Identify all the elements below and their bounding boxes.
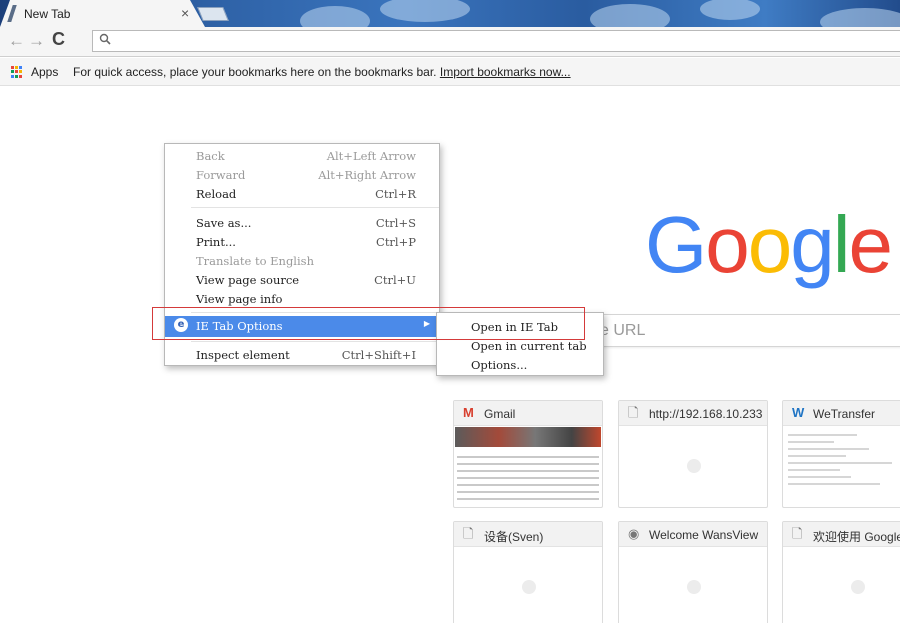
back-arrow-icon[interactable]: ← xyxy=(8,31,25,51)
tab-strip: New Tab × xyxy=(0,0,900,27)
forward-arrow-icon[interactable]: → xyxy=(28,31,45,51)
menu-separator xyxy=(191,207,439,208)
submenu-open-in-ie-tab[interactable]: Open in IE Tab xyxy=(471,320,558,334)
tile-header: 🗋 http://192.168.10.233 xyxy=(619,401,767,426)
toolbar: ← → C xyxy=(0,27,900,57)
tile-header: W WeTransfer xyxy=(783,401,900,426)
address-bar[interactable] xyxy=(92,30,900,52)
bookmarks-bar: Apps For quick access, place your bookma… xyxy=(0,58,900,86)
tile-header: M Gmail xyxy=(454,401,602,426)
tile-placeholder-dot xyxy=(522,580,536,594)
menu-item-label: Save as... xyxy=(196,216,252,230)
tile-192-168-10-233[interactable]: 🗋 http://192.168.10.233 xyxy=(618,400,768,508)
menu-item-label: Reload xyxy=(196,187,237,201)
menu-item-shortcut: Alt+Right Arrow xyxy=(318,168,416,182)
page-icon: 🗋 xyxy=(628,405,639,420)
tile-placeholder-dot xyxy=(687,459,701,473)
menu-item-shortcut: Ctrl+S xyxy=(375,216,416,230)
eye-icon: ◉ xyxy=(628,526,640,541)
tile-welcome-google[interactable]: 🗋 欢迎使用 Google xyxy=(782,521,900,623)
tab-new-tab[interactable]: New Tab × xyxy=(0,0,205,27)
menu-item-shortcut: Alt+Left Arrow xyxy=(326,149,416,163)
tab-title: New Tab xyxy=(24,7,71,21)
ie-tab-icon: e xyxy=(174,318,188,332)
menu-item-label: Forward xyxy=(196,168,246,182)
apps-link[interactable]: Apps xyxy=(31,65,58,79)
menu-item-inspect[interactable]: Inspect element Ctrl+Shift+I xyxy=(165,345,439,364)
menu-item-label: IE Tab Options xyxy=(196,319,283,333)
tile-wetransfer[interactable]: W WeTransfer xyxy=(782,400,900,508)
menu-item-label: Inspect element xyxy=(196,348,290,362)
menu-item-label: Back xyxy=(196,149,225,163)
menu-item-label: View page info xyxy=(196,292,283,306)
menu-item-shortcut: Ctrl+R xyxy=(375,187,416,201)
menu-item-ie-tab-options[interactable]: e IE Tab Options ▶ xyxy=(165,316,439,337)
tile-header: 🗋 设备(Sven) xyxy=(454,522,602,547)
menu-item-label: Translate to English xyxy=(196,254,314,268)
tile-gmail[interactable]: M Gmail xyxy=(453,400,603,508)
menu-separator xyxy=(191,312,439,313)
submenu-arrow-icon: ▶ xyxy=(423,319,430,328)
tile-title: WeTransfer xyxy=(813,407,876,421)
bookmarks-message: For quick access, place your bookmarks h… xyxy=(73,65,571,79)
menu-item-print[interactable]: Print... Ctrl+P xyxy=(165,232,439,251)
tile-device-sven[interactable]: 🗋 设备(Sven) xyxy=(453,521,603,623)
logo-letter-4: g xyxy=(790,200,834,289)
bookmarks-message-text: For quick access, place your bookmarks h… xyxy=(73,65,437,79)
logo-letter-6: e xyxy=(848,200,893,289)
tile-placeholder-dot xyxy=(687,580,701,594)
tab-favicon xyxy=(7,5,17,22)
google-logo: Google xyxy=(645,205,893,285)
logo-letter-2: o xyxy=(705,200,749,289)
menu-item-reload[interactable]: Reload Ctrl+R xyxy=(165,184,439,203)
page-icon: 🗋 xyxy=(463,526,474,541)
tile-title: Gmail xyxy=(484,407,516,421)
apps-grid-icon[interactable] xyxy=(11,66,23,78)
context-menu: Back Alt+Left Arrow Forward Alt+Right Ar… xyxy=(164,143,440,366)
tile-title: 设备(Sven) xyxy=(484,530,544,544)
reload-icon[interactable]: C xyxy=(52,29,65,50)
tile-welcome-wansview[interactable]: ◉ Welcome WansView xyxy=(618,521,768,623)
menu-item-forward[interactable]: Forward Alt+Right Arrow xyxy=(165,165,439,184)
menu-item-shortcut: Ctrl+P xyxy=(376,235,416,249)
submenu-open-in-current-tab[interactable]: Open in current tab xyxy=(471,339,587,353)
tile-placeholder-dot xyxy=(851,580,865,594)
ie-tab-submenu: Open in IE Tab Open in current tab Optio… xyxy=(436,312,604,376)
menu-item-save-as[interactable]: Save as... Ctrl+S xyxy=(165,213,439,232)
gmail-icon: M xyxy=(463,405,474,420)
tab-close-icon[interactable]: × xyxy=(181,5,189,21)
menu-item-label: View page source xyxy=(196,273,300,287)
menu-separator xyxy=(191,341,439,342)
wetransfer-icon: W xyxy=(792,405,805,420)
menu-item-label: Print... xyxy=(196,235,236,249)
menu-item-view-source[interactable]: View page source Ctrl+U xyxy=(165,270,439,289)
tile-title: 欢迎使用 Google xyxy=(813,530,900,544)
page-icon: 🗋 xyxy=(792,526,803,541)
tile-header: ◉ Welcome WansView xyxy=(619,522,767,547)
menu-item-shortcut: Ctrl+U xyxy=(374,273,416,287)
logo-letter-1: G xyxy=(645,200,707,289)
submenu-options[interactable]: Options... xyxy=(471,358,527,372)
menu-item-view-info[interactable]: View page info xyxy=(165,289,439,308)
tile-title: http://192.168.10.233 xyxy=(649,407,763,421)
tile-header: 🗋 欢迎使用 Google xyxy=(783,522,900,547)
new-tab-button[interactable] xyxy=(197,7,229,21)
import-bookmarks-link[interactable]: Import bookmarks now... xyxy=(440,65,571,79)
menu-item-back[interactable]: Back Alt+Left Arrow xyxy=(165,146,439,165)
tile-title: Welcome WansView xyxy=(649,528,759,542)
gmail-thumbnail xyxy=(457,451,599,505)
gmail-thumbnail-banner xyxy=(455,427,601,447)
search-icon xyxy=(99,33,111,45)
menu-item-translate[interactable]: Translate to English xyxy=(165,251,439,270)
search-input[interactable]: e URL xyxy=(586,314,900,347)
wetransfer-thumbnail xyxy=(786,429,900,504)
menu-item-shortcut: Ctrl+Shift+I xyxy=(341,348,416,362)
search-placeholder: e URL xyxy=(600,322,646,339)
logo-letter-3: o xyxy=(747,200,792,289)
logo-letter-5: l xyxy=(832,200,851,289)
